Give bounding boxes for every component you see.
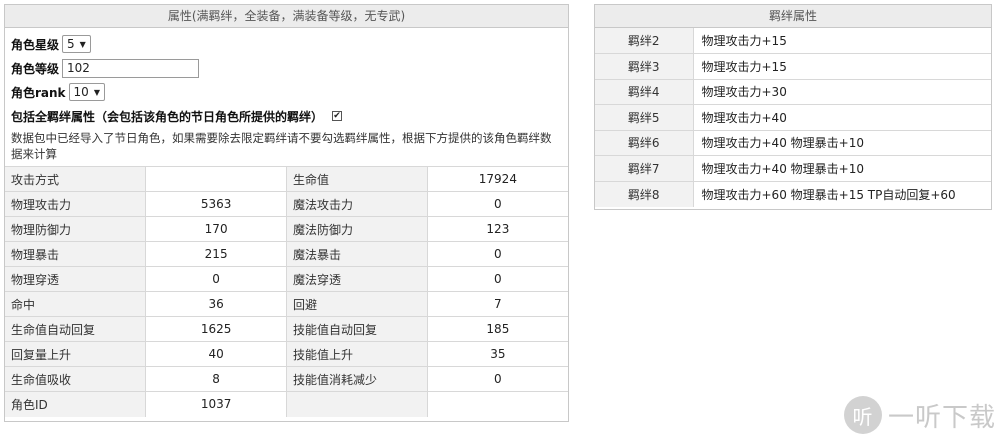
bond-bonus-value: 物理攻击力+40 bbox=[693, 104, 991, 130]
stat-value: 0 bbox=[427, 241, 568, 267]
stat-value: 35 bbox=[427, 341, 568, 367]
stat-label: 技能值上升 bbox=[286, 341, 428, 367]
bond-bonus-value: 物理攻击力+40 物理暴击+10 bbox=[693, 129, 991, 156]
stat-label: 技能值自动回复 bbox=[286, 316, 428, 342]
stat-label: 回复量上升 bbox=[5, 341, 147, 367]
stats-row: 生命值自动回复 1625 技能值自动回复 185 bbox=[5, 316, 568, 342]
rank-label: 角色rank bbox=[11, 85, 66, 100]
bond-row: 羁绊6 物理攻击力+40 物理暴击+10 bbox=[595, 129, 991, 156]
stat-value: 0 bbox=[145, 266, 287, 292]
bond-row: 羁绊3 物理攻击力+15 bbox=[595, 53, 991, 79]
stat-label: 魔法暴击 bbox=[286, 241, 428, 267]
stat-label: 生命值自动回复 bbox=[5, 316, 147, 342]
stats-row: 命中 36 回避 7 bbox=[5, 291, 568, 317]
bond-bonus-value: 物理攻击力+15 bbox=[693, 53, 991, 79]
bond-row: 羁绊4 物理攻击力+30 bbox=[595, 78, 991, 105]
stat-label: 角色ID bbox=[5, 391, 147, 417]
level-row: 角色等级 102 bbox=[11, 56, 562, 80]
bond-row: 羁绊8 物理攻击力+60 物理暴击+15 TP自动回复+60 bbox=[595, 180, 991, 207]
bond-level-label: 羁绊2 bbox=[595, 28, 694, 54]
bond-bonus-value: 物理攻击力+30 bbox=[693, 78, 991, 105]
stats-row: 物理穿透 0 魔法穿透 0 bbox=[5, 266, 568, 292]
bond-checkbox[interactable]: ✔ bbox=[332, 111, 343, 121]
bond-bonus-value: 物理攻击力+40 物理暴击+10 bbox=[693, 155, 991, 181]
stat-label: 魔法攻击力 bbox=[286, 191, 428, 217]
stat-value bbox=[427, 391, 568, 417]
stat-value: 1625 bbox=[145, 316, 287, 342]
stat-value: 1037 bbox=[145, 391, 287, 417]
stat-label: 魔法防御力 bbox=[286, 216, 428, 242]
stat-label: 物理暴击 bbox=[5, 241, 147, 267]
stat-value: 5363 bbox=[145, 191, 287, 217]
stat-value: 0 bbox=[427, 191, 568, 217]
stats-row: 物理攻击力 5363 魔法攻击力 0 bbox=[5, 191, 568, 217]
star-select-value: 5 bbox=[67, 37, 75, 51]
stat-label: 回避 bbox=[286, 291, 428, 317]
stat-value: 0 bbox=[427, 366, 568, 392]
bond-row: 羁绊2 物理攻击力+15 bbox=[595, 28, 991, 54]
attributes-panel: 属性(满羁绊，全装备，满装备等级，无专武) 角色星级 5 ▼ 角色等级 102 … bbox=[4, 4, 569, 422]
stats-table: 攻击方式 生命值 17924 物理攻击力 5363 魔法攻击力 0 物理防御力 170 魔法防御力… bbox=[5, 166, 568, 417]
bond-check-label: 包括全羁绊属性（会包括该角色的节日角色所提供的羁绊） bbox=[11, 109, 324, 124]
stat-label: 生命值 bbox=[286, 166, 428, 192]
stat-value bbox=[145, 166, 287, 192]
bond-level-label: 羁绊6 bbox=[595, 129, 694, 156]
stat-label: 技能值消耗减少 bbox=[286, 366, 428, 392]
rank-select[interactable]: 10 ▼ bbox=[68, 83, 105, 101]
level-input[interactable]: 102 bbox=[62, 58, 200, 78]
stat-value: 36 bbox=[145, 291, 287, 317]
stat-value: 123 bbox=[427, 216, 568, 242]
star-row: 角色星级 5 ▼ bbox=[11, 32, 562, 56]
stats-row: 回复量上升 40 技能值上升 35 bbox=[5, 341, 568, 367]
bond-level-label: 羁绊5 bbox=[595, 104, 694, 130]
bond-level-label: 羁绊8 bbox=[595, 180, 694, 207]
checkmark-icon: ✔ bbox=[333, 111, 341, 121]
stat-value: 215 bbox=[145, 241, 287, 267]
site-watermark: 听 一听下载 bbox=[843, 396, 996, 434]
stat-label: 魔法穿透 bbox=[286, 266, 428, 292]
stat-value: 170 bbox=[145, 216, 287, 242]
star-label: 角色星级 bbox=[11, 37, 60, 52]
stat-value: 7 bbox=[427, 291, 568, 317]
stat-value: 17924 bbox=[427, 166, 568, 192]
bond-bonus-value: 物理攻击力+60 物理暴击+15 TP自动回复+60 bbox=[693, 180, 991, 207]
bond-level-label: 羁绊4 bbox=[595, 78, 694, 105]
stat-label: 物理防御力 bbox=[5, 216, 147, 242]
stat-label bbox=[286, 391, 428, 417]
stat-label: 生命值吸收 bbox=[5, 366, 147, 392]
level-label: 角色等级 bbox=[11, 61, 60, 76]
bond-level-label: 羁绊3 bbox=[595, 53, 694, 79]
bond-row: 羁绊5 物理攻击力+40 bbox=[595, 104, 991, 130]
stats-row: 角色ID 1037 bbox=[5, 391, 568, 417]
bond-level-label: 羁绊7 bbox=[595, 155, 694, 181]
star-select[interactable]: 5 ▼ bbox=[62, 35, 91, 53]
import-note: 数据包中已经导入了节日角色，如果需要除去限定羁绊请不要勾选羁绊属性，根据下方提供… bbox=[11, 131, 552, 161]
stat-value: 0 bbox=[427, 266, 568, 292]
stats-row: 物理暴击 215 魔法暴击 0 bbox=[5, 241, 568, 267]
stat-label: 物理穿透 bbox=[5, 266, 147, 292]
stat-value: 40 bbox=[145, 341, 287, 367]
stat-label: 攻击方式 bbox=[5, 166, 147, 192]
bond-bonus-value: 物理攻击力+15 bbox=[693, 28, 991, 54]
chevron-down-icon: ▼ bbox=[79, 39, 86, 49]
chevron-down-icon: ▼ bbox=[93, 87, 100, 97]
stats-row: 物理防御力 170 魔法防御力 123 bbox=[5, 216, 568, 242]
rank-row: 角色rank 10 ▼ bbox=[11, 80, 562, 104]
stats-row: 攻击方式 生命值 17924 bbox=[5, 166, 568, 192]
stats-row: 生命值吸收 8 技能值消耗减少 0 bbox=[5, 366, 568, 392]
watermark-text: 一听下载 bbox=[887, 402, 996, 433]
bond-header: 羁绊属性 bbox=[595, 5, 991, 28]
bond-table: 羁绊2 物理攻击力+15 羁绊3 物理攻击力+15 羁绊4 物理攻击力+30 羁绊5 物理攻击… bbox=[595, 28, 991, 207]
stat-label: 物理攻击力 bbox=[5, 191, 147, 217]
bond-check-row: 包括全羁绊属性（会包括该角色的节日角色所提供的羁绊） ✔ bbox=[11, 104, 562, 128]
watermark-logo-icon: 听 bbox=[843, 396, 882, 434]
stat-label: 命中 bbox=[5, 291, 147, 317]
stat-value: 8 bbox=[145, 366, 287, 392]
bond-panel: 羁绊属性 羁绊2 物理攻击力+15 羁绊3 物理攻击力+15 羁绊4 物理攻击力+30 羁绊… bbox=[594, 4, 992, 210]
attributes-form: 角色星级 5 ▼ 角色等级 102 角色rank 10 ▼ 包括全羁绊属性（会包… bbox=[5, 28, 568, 166]
rank-select-value: 10 bbox=[73, 85, 89, 99]
attributes-header: 属性(满羁绊，全装备，满装备等级，无专武) bbox=[5, 5, 568, 28]
stat-value: 185 bbox=[427, 316, 568, 342]
bond-row: 羁绊7 物理攻击力+40 物理暴击+10 bbox=[595, 155, 991, 181]
